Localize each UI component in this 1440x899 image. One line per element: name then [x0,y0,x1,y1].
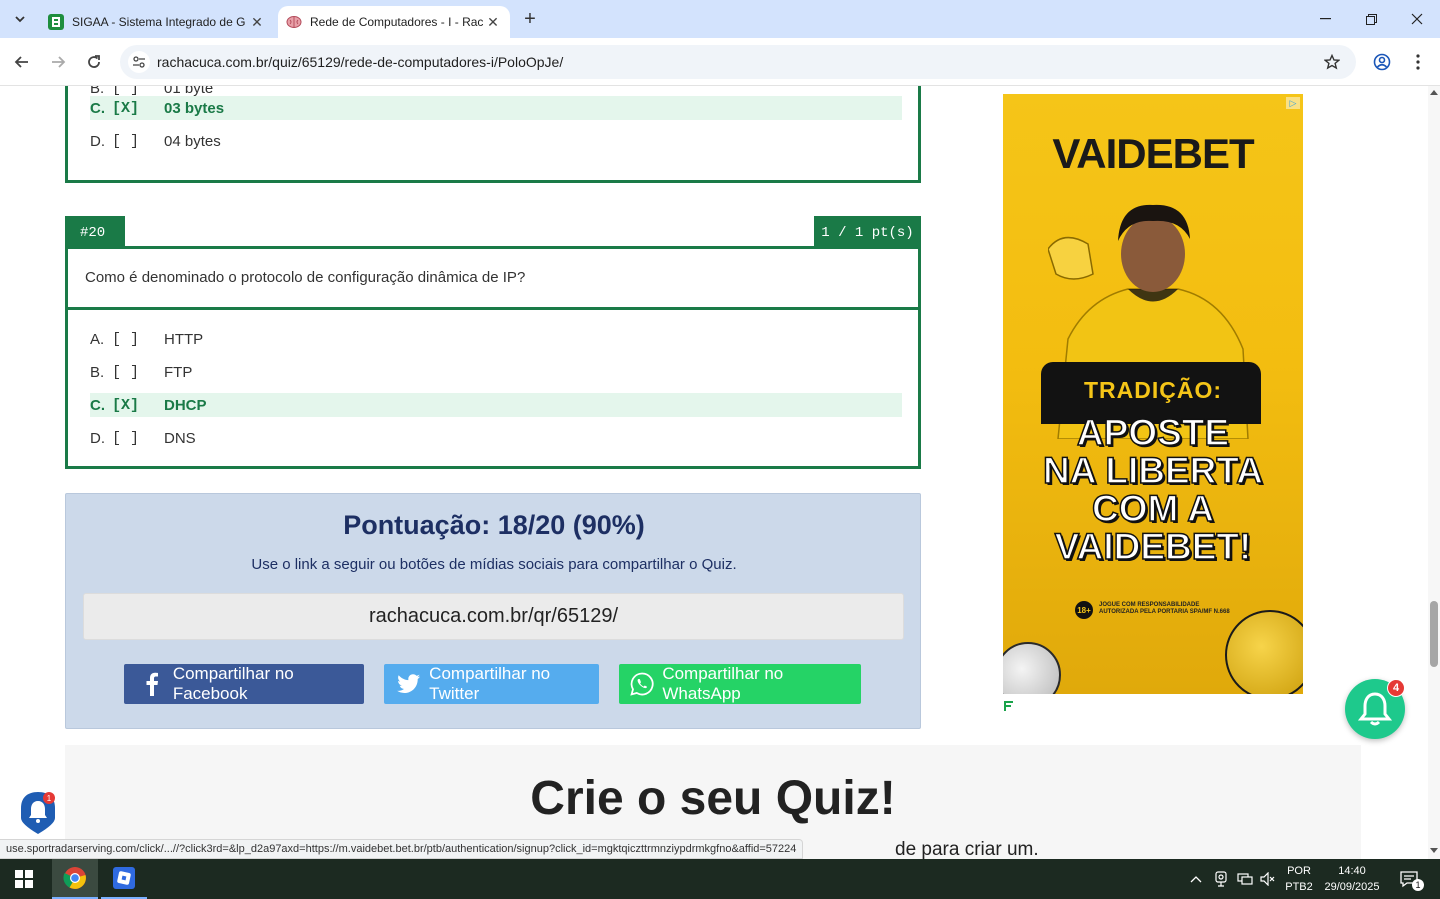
profile-button[interactable] [1368,48,1396,76]
push-count-badge: 1 [43,792,55,804]
option-c-correct: C. [X] 03 bytes [90,96,902,120]
push-notification-button[interactable]: 1 [19,790,57,836]
option-d: D. [ ] DNS [90,429,196,447]
arrow-left-icon [14,56,28,68]
tray-meet[interactable] [1210,859,1232,899]
score-subtitle: Use o link a seguir ou botões de mídias … [251,556,737,573]
reload-button[interactable] [80,48,108,76]
new-tab-button[interactable]: + [518,8,542,30]
chevron-down-icon [15,16,25,23]
freestar-logo-icon[interactable] [1003,700,1015,712]
address-bar[interactable]: rachacuca.com.br/quiz/65129/rede-de-comp… [120,45,1356,79]
taskbar-chrome[interactable] [52,859,98,899]
tab-title: Rede de Computadores - I - Rac [310,15,484,29]
close-tab-icon[interactable]: ✕ [248,13,266,31]
close-window-button[interactable] [1394,0,1440,38]
minimize-icon [1319,18,1331,20]
back-button[interactable] [8,48,36,76]
notification-count: 1 [1412,879,1424,891]
question-number: #20 [65,216,125,249]
age-rating-badge: 18+ [1075,601,1093,619]
brain-favicon-icon [286,14,302,30]
option-d: D. [ ] 04 bytes [90,132,221,150]
notification-bell-button[interactable]: 4 [1345,679,1405,739]
tab-rachacuca[interactable]: Rede de Computadores - I - Rac ✕ [278,6,510,38]
scroll-down-arrow-icon[interactable] [1430,848,1438,853]
bookmark-star-icon[interactable] [1322,52,1342,72]
tray-chevron[interactable] [1186,859,1206,899]
share-link-field[interactable]: rachacuca.com.br/qr/65129/ [83,593,904,640]
whatsapp-icon [629,671,654,697]
create-quiz-title: Crie o seu Quiz! [530,772,896,825]
chevron-up-icon [1190,876,1202,883]
chrome-icon [63,867,86,889]
tab-title: SIGAA - Sistema Integrado de G [72,15,246,29]
clock[interactable]: 14:40 29/09/2025 [1318,863,1386,895]
question-points: 1 / 1 pt(s) [814,216,921,249]
windows-taskbar: POR PTB2 14:40 29/09/2025 1 [0,859,1440,899]
close-tab-icon[interactable]: ✕ [484,13,502,31]
tray-volume[interactable] [1257,859,1279,899]
ad-legal-text: JOGUE COM RESPONSABILIDADE AUTORIZADA PE… [1099,602,1230,615]
app-icon [113,867,135,889]
question-19-options: B. [ ] 01 byte C. [X] 03 bytes D. [ ] 04… [65,86,921,183]
tray-network[interactable] [1234,859,1256,899]
url-text[interactable]: rachacuca.com.br/quiz/65129/rede-de-comp… [157,54,563,70]
link-status-bar: use.sportradarserving.com/click/...//?cl… [0,839,804,859]
taskbar-app[interactable] [101,859,147,899]
page-viewport: B. [ ] 01 byte C. [X] 03 bytes D. [ ] 04… [0,86,1428,859]
white-ball-image [1003,642,1061,694]
restore-button[interactable] [1348,0,1394,38]
ad-logo: VAIDEBET [1052,130,1254,177]
close-icon [1411,13,1423,25]
arrow-right-icon [52,56,66,68]
scrollbar-thumb[interactable] [1430,601,1438,667]
ad-choices-icon[interactable]: ▷ [1286,97,1300,109]
tab-search-button[interactable] [7,7,33,31]
action-center-button[interactable]: 1 [1392,859,1426,899]
vaidebet-advertisement[interactable]: ▷ VAIDEBET TRADIÇÃO: APOSTE NA LIBERTA C… [1003,94,1303,694]
volume-muted-icon [1260,872,1275,886]
ad-tagline: TRADIÇÃO: [1083,377,1223,403]
minimize-button[interactable] [1302,0,1348,38]
start-button[interactable] [0,859,48,899]
question-header: #20 1 / 1 pt(s) [65,216,921,249]
share-facebook-button[interactable]: Compartilhar no Facebook [124,664,364,704]
reload-icon [88,55,100,68]
share-whatsapp-button[interactable]: Compartilhar no WhatsApp [619,664,861,704]
device-icon [1215,871,1227,887]
question-options: A. [ ] HTTP B. [ ] FTP C. [X] DHCP D. [ … [65,307,921,469]
question-text: Como é denominado o protocolo de configu… [85,269,526,286]
question-text-box: Como é denominado o protocolo de configu… [65,249,921,310]
option-a: A. [ ] HTTP [90,330,204,348]
network-icon [1237,873,1253,885]
page-scrollbar[interactable] [1428,86,1440,859]
notification-count-badge: 4 [1387,679,1405,697]
option-b: B. [ ] FTP [90,363,193,381]
input-language[interactable]: POR PTB2 [1283,863,1315,895]
ad-headline: APOSTE NA LIBERTA COM A VAIDEBET! [1042,412,1263,567]
tab-bar: SIGAA - Sistema Integrado de G ✕ Rede de… [0,0,1440,38]
yellow-ball-image [1225,610,1303,694]
sigaa-favicon-icon [48,14,64,30]
create-quiz-subtitle: de para criar um. [895,839,1039,859]
windows-logo-icon [15,870,33,888]
facebook-icon [140,671,165,697]
site-info-icon[interactable] [128,51,150,73]
scroll-up-arrow-icon[interactable] [1430,90,1438,95]
browser-toolbar: rachacuca.com.br/quiz/65129/rede-de-comp… [0,38,1440,86]
profile-icon [1373,53,1391,71]
share-twitter-button[interactable]: Compartilhar no Twitter [384,664,599,704]
option-c-correct: C. [X] DHCP [90,393,902,417]
score-panel: Pontuação: 18/20 (90%) Use o link a segu… [65,493,921,729]
restore-icon [1365,13,1377,25]
menu-button[interactable] [1404,48,1432,76]
twitter-bird-icon [396,671,421,697]
forward-button[interactable] [44,48,72,76]
tab-sigaa[interactable]: SIGAA - Sistema Integrado de G ✕ [38,6,274,38]
bell-icon [1358,692,1392,726]
score-title: Pontuação: 18/20 (90%) [343,510,645,540]
more-vert-icon [1416,54,1420,70]
